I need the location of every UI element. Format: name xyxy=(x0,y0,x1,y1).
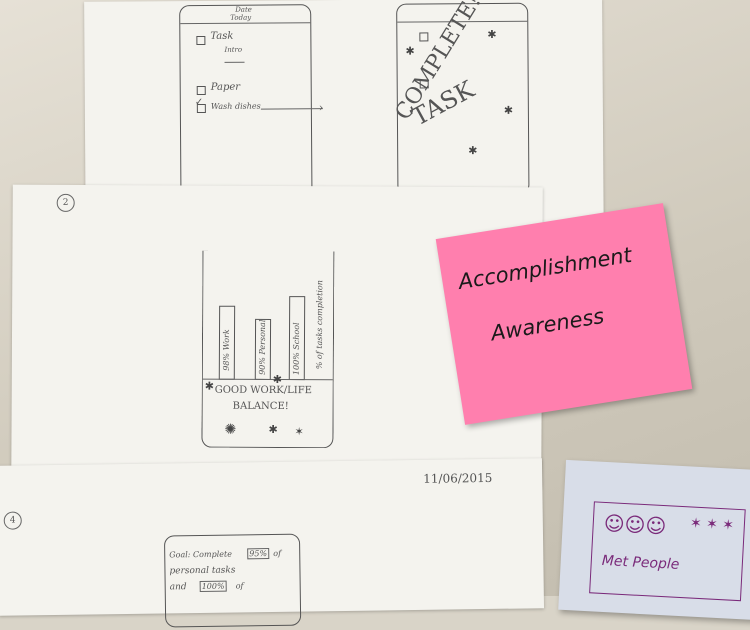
dishes-label: Wash dishes xyxy=(210,101,261,111)
goal-of: of xyxy=(273,548,282,558)
star-icon: ✱ xyxy=(204,380,214,393)
bar-label-work: 98% Work xyxy=(221,329,232,371)
task-subitem-scribble xyxy=(224,61,245,63)
page-date: 11/06/2015 xyxy=(423,470,493,486)
phone-sketch-goal: Goal: Complete 95% of personal tasks and… xyxy=(163,533,302,628)
sun-icon: ✺ xyxy=(224,420,237,437)
message-line-1: GOOD WORK/LIFE xyxy=(214,384,313,397)
goal-line-2: personal tasks xyxy=(169,565,236,577)
sketch-header-today: Today xyxy=(230,13,252,22)
goal-percent-2: 100% xyxy=(199,580,227,592)
sticky-text-accomplishment: Accomplishment xyxy=(456,242,634,294)
chart-baseline xyxy=(202,378,333,381)
phone-sketch-todo: Date Today Task Intro Paper ✓ Wash dishe… xyxy=(179,4,323,198)
sketch-frame: ☺☺☺ ✶ ✶ ✶ Met People xyxy=(589,501,746,602)
dishes-checkmark: ✓ xyxy=(194,96,204,109)
message-line-2: BALANCE! xyxy=(232,400,289,413)
task-checkbox xyxy=(196,35,206,46)
met-people-text: Met People xyxy=(601,552,680,573)
page-number: 2 xyxy=(62,197,69,208)
task-label: Task xyxy=(210,30,234,42)
star-icon: ✱ xyxy=(468,145,478,158)
sticky-text-awareness: Awareness xyxy=(489,303,606,346)
bar-label-school: 100% School xyxy=(291,322,302,376)
star-icon: ✱ xyxy=(405,45,415,58)
page-4-paper: 4 11/06/2015 Goal: Complete 95% of perso… xyxy=(0,458,545,628)
goal-and: and xyxy=(169,582,187,593)
bar-label-personal: 90% Personal xyxy=(257,319,268,375)
phone-sketch-complete: ✱ ✱ ✱ ✱ TASK COMPLETE! xyxy=(391,0,530,196)
page-number-circle: 4 xyxy=(3,511,22,530)
goal-percent-1: 95% xyxy=(247,548,270,560)
sketch-header-rule xyxy=(180,22,311,25)
goal-line-1: Goal: Complete xyxy=(169,549,232,560)
axis-label: % of tasks completion xyxy=(314,280,325,370)
swipe-arrow-icon: › xyxy=(318,101,324,115)
goal-of-2: of xyxy=(235,581,244,591)
phone-sketch-balance: 98% Work 90% Personal 100% School % of t… xyxy=(201,250,335,449)
sketch-header-date: Date xyxy=(235,5,252,14)
page-number: 4 xyxy=(9,515,16,526)
star-icon: ✶ ✶ ✶ xyxy=(689,515,735,534)
task-subitem: Intro xyxy=(224,45,243,54)
paper-label: Paper xyxy=(210,81,241,93)
sticky-note-pink: Accomplishment Awareness xyxy=(435,203,693,425)
star-icon: ✱ xyxy=(503,104,514,117)
paper-checkbox xyxy=(196,85,206,96)
swipe-arrow-line xyxy=(260,108,323,110)
people-icon: ☺☺☺ xyxy=(603,510,667,539)
sticky-note-blue: ☺☺☺ ✶ ✶ ✶ Met People xyxy=(558,459,750,621)
ghost-checkbox-1 xyxy=(419,32,429,42)
star-icon: ✱ xyxy=(487,28,497,41)
star-icon: ✱ xyxy=(268,423,278,437)
page-number-circle: 2 xyxy=(56,193,75,212)
star-icon: ✶ xyxy=(294,426,304,439)
